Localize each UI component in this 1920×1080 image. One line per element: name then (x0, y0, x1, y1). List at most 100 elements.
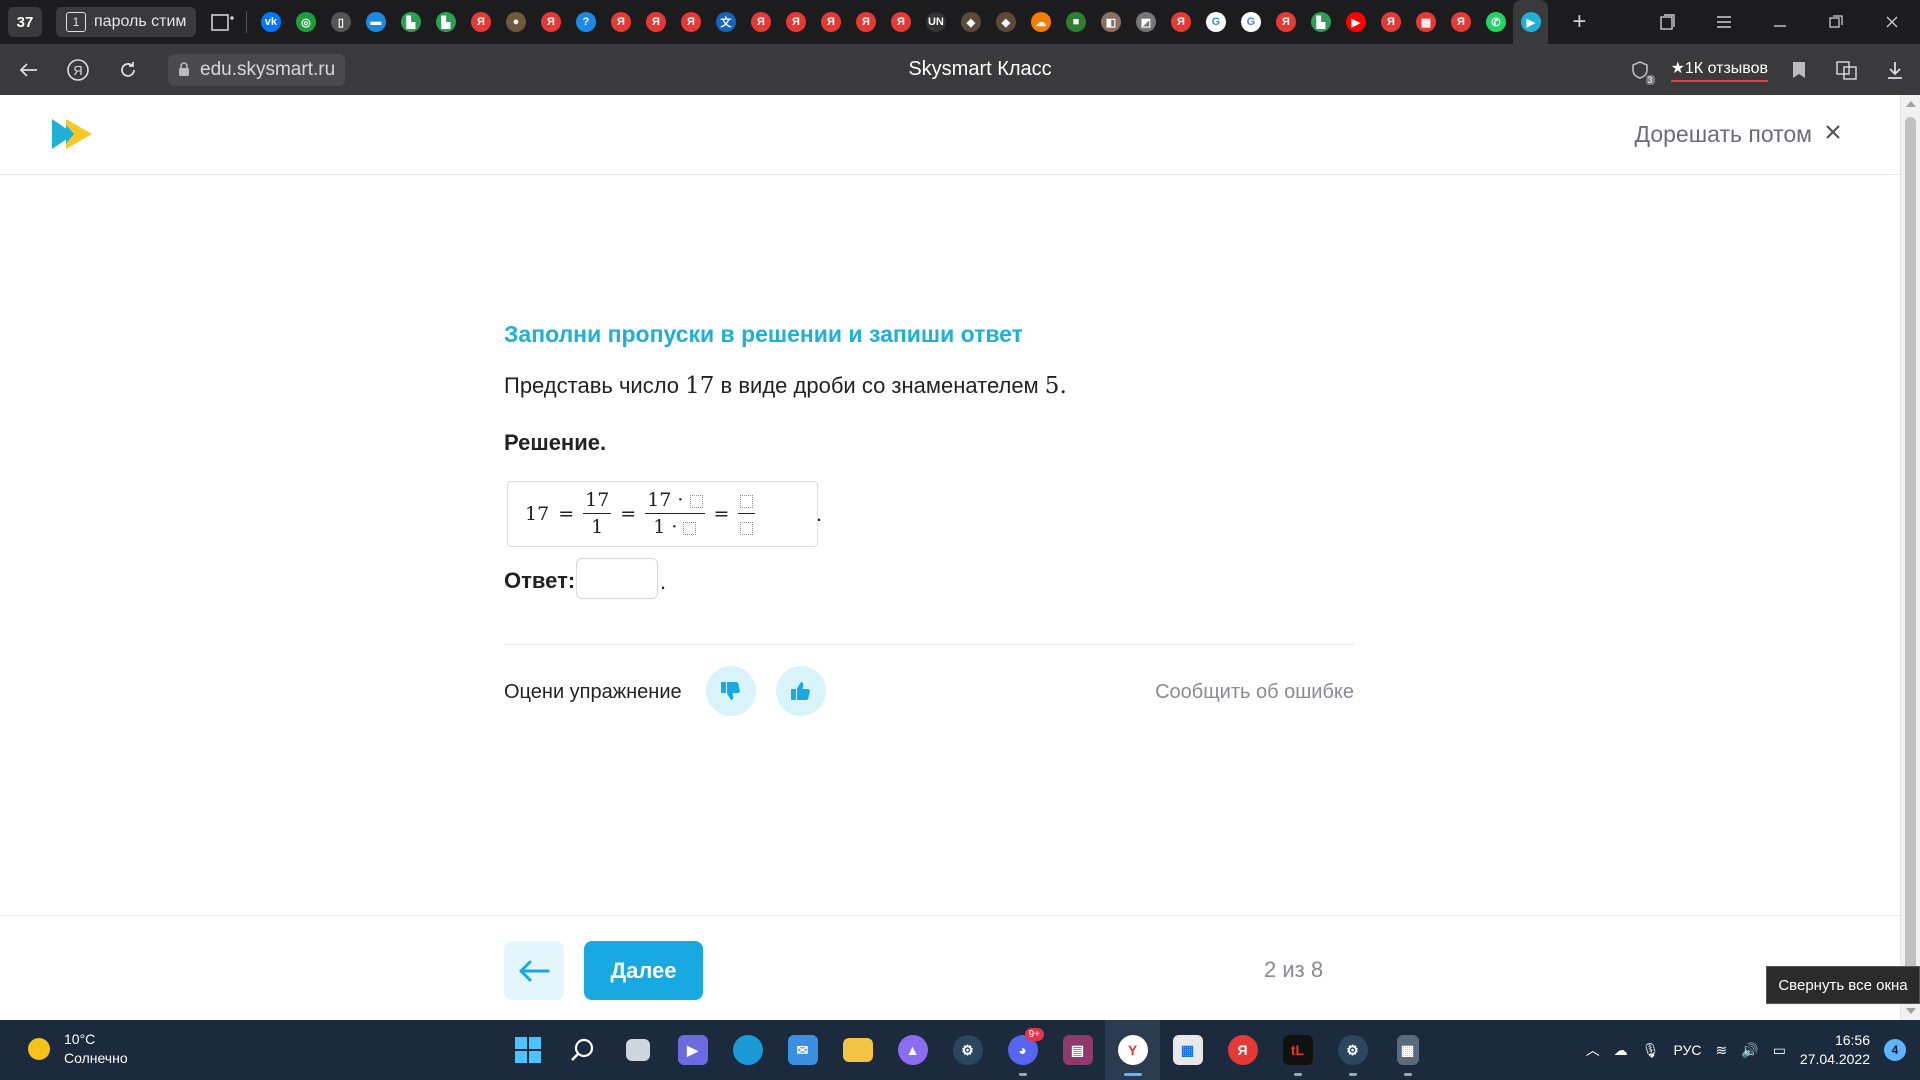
discord-app[interactable]: ◕ 9+ (995, 1020, 1050, 1080)
blank-input[interactable] (740, 521, 754, 535)
pinned-tab[interactable]: ✆ (1478, 0, 1513, 44)
winrar-app[interactable]: ▤ (1050, 1020, 1105, 1080)
pinned-tab[interactable]: ▦ (1408, 0, 1443, 44)
page-scrollbar[interactable] (1900, 95, 1920, 1020)
reviews-link[interactable]: ★1К отзывов (1670, 58, 1768, 82)
pinned-tab[interactable]: ▶ (1513, 0, 1549, 44)
back-button[interactable] (504, 941, 564, 1000)
pinned-tab[interactable]: Я (638, 0, 673, 44)
pinned-tab[interactable]: Я (673, 0, 708, 44)
solve-later-link[interactable]: Дорешать потом (1635, 121, 1812, 148)
pinned-tab[interactable]: Я (848, 0, 883, 44)
pinned-tab[interactable]: ◩ (1128, 0, 1163, 44)
yandex-browser-app[interactable]: Y (1105, 1020, 1160, 1080)
minimize-icon[interactable] (1752, 0, 1808, 44)
steam-app-2[interactable]: ⚙ (1325, 1020, 1380, 1080)
battery-icon[interactable]: ▭ (1773, 1042, 1786, 1059)
pinned-tab[interactable]: G (1198, 0, 1233, 44)
pinned-tab[interactable]: UN (918, 0, 953, 44)
scroll-up-icon[interactable] (1906, 101, 1916, 107)
tlauncher-app[interactable]: tL (1270, 1020, 1325, 1080)
pinned-tab[interactable]: ☁ (1023, 0, 1058, 44)
thumbs-up-button[interactable] (776, 666, 826, 716)
pinned-tab[interactable]: ◎ (288, 0, 323, 44)
explorer-app[interactable] (830, 1020, 885, 1080)
reload-icon[interactable] (106, 48, 150, 92)
pinned-tab[interactable]: Я (778, 0, 813, 44)
pinned-tab[interactable]: ● (498, 0, 533, 44)
pinned-tab[interactable]: Я (743, 0, 778, 44)
yandex-home-icon[interactable]: Я (56, 48, 100, 92)
url-field[interactable]: edu.skysmart.ru (168, 53, 346, 86)
chat-app[interactable]: ▶ (665, 1020, 720, 1080)
blank-input[interactable] (740, 494, 754, 508)
pinned-tab[interactable]: Я (1163, 0, 1198, 44)
blank-input[interactable] (683, 521, 697, 535)
pinned-tab[interactable]: Я (883, 0, 918, 44)
pinned-tab[interactable]: ▶ (1338, 0, 1373, 44)
calculator-app[interactable]: ▦ (1380, 1020, 1435, 1080)
wifi-icon[interactable]: ≋ (1716, 1042, 1728, 1059)
restore-icon[interactable] (1808, 0, 1864, 44)
close-icon[interactable] (1818, 117, 1848, 147)
pinned-tab[interactable]: ▙ (1303, 0, 1338, 44)
pinned-tab[interactable]: ◆ (988, 0, 1023, 44)
bookmark-icon[interactable] (1782, 53, 1816, 87)
skysmart-logo[interactable] (52, 119, 96, 149)
alice-app[interactable]: ▲ (885, 1020, 940, 1080)
tab-group[interactable]: 1 пароль стим (56, 7, 197, 37)
pinned-tab[interactable]: ▙ (428, 0, 463, 44)
pinned-tab[interactable]: Я (463, 0, 498, 44)
back-arrow-icon[interactable] (6, 48, 50, 92)
pinned-tab[interactable]: 文 (708, 0, 743, 44)
collections-icon[interactable] (1640, 0, 1696, 44)
start-button[interactable] (500, 1020, 555, 1080)
pinned-tab[interactable]: ◧ (1093, 0, 1128, 44)
divider (504, 644, 1354, 645)
language-indicator[interactable]: РУС (1673, 1042, 1701, 1058)
pinned-tab[interactable]: Я (603, 0, 638, 44)
onedrive-icon[interactable]: ☁ (1614, 1042, 1628, 1059)
pinned-tab[interactable]: ■ (1058, 0, 1093, 44)
next-button[interactable]: Далее (584, 941, 703, 1000)
clock[interactable]: 16:56 27.04.2022 (1800, 1031, 1870, 1069)
pinned-tab[interactable]: Я (1268, 0, 1303, 44)
yandex-app[interactable]: Я (1215, 1020, 1270, 1080)
task-view-button[interactable] (610, 1020, 665, 1080)
chevron-up-icon[interactable]: ︿ (1586, 1040, 1600, 1060)
answer-input[interactable] (576, 558, 658, 599)
thumbs-down-button[interactable] (706, 666, 756, 716)
steam-app[interactable]: ⚙ (940, 1020, 995, 1080)
search-button[interactable] (555, 1020, 610, 1080)
pinned-tab[interactable]: Я (533, 0, 568, 44)
notifications-badge[interactable]: 4 (1884, 1039, 1906, 1061)
scrollbar-thumb[interactable] (1905, 117, 1916, 997)
pinned-tab[interactable]: ▙ (393, 0, 428, 44)
downloads-icon[interactable] (1878, 53, 1912, 87)
microphone-icon[interactable]: 🎙 (1642, 1042, 1660, 1059)
pinned-tab[interactable]: ▬ (358, 0, 393, 44)
protect-shield-icon[interactable]: 3 (1623, 53, 1657, 87)
blank-input[interactable] (689, 494, 703, 508)
weather-widget[interactable]: 10°C Солнечно (28, 1030, 128, 1068)
pinned-tab[interactable]: Я (813, 0, 848, 44)
pinned-tab[interactable]: ? (568, 0, 603, 44)
pinned-tab[interactable]: ▯ (323, 0, 358, 44)
volume-icon[interactable]: 🔊 (1741, 1042, 1758, 1059)
pinned-tab[interactable]: Я (1443, 0, 1478, 44)
pinned-tab[interactable]: G (1233, 0, 1268, 44)
tab-count-button[interactable]: 37 (8, 7, 42, 37)
scroll-down-icon[interactable] (1906, 1008, 1916, 1014)
store-app[interactable]: ▦ (1160, 1020, 1215, 1080)
pinned-tab[interactable]: Я (1373, 0, 1408, 44)
pinned-tab[interactable]: ◆ (953, 0, 988, 44)
mail-app[interactable]: ✉ (775, 1020, 830, 1080)
report-error-link[interactable]: Сообщить об ошибке (1155, 681, 1354, 704)
edge-app[interactable] (720, 1020, 775, 1080)
new-tab-plus-icon[interactable]: + (1562, 5, 1596, 39)
menu-icon[interactable] (1696, 0, 1752, 44)
close-window-icon[interactable] (1864, 0, 1920, 44)
translate-page-icon[interactable] (1830, 53, 1864, 87)
pinned-tab[interactable]: vk (253, 0, 288, 44)
new-tab-group-icon[interactable] (206, 7, 240, 37)
